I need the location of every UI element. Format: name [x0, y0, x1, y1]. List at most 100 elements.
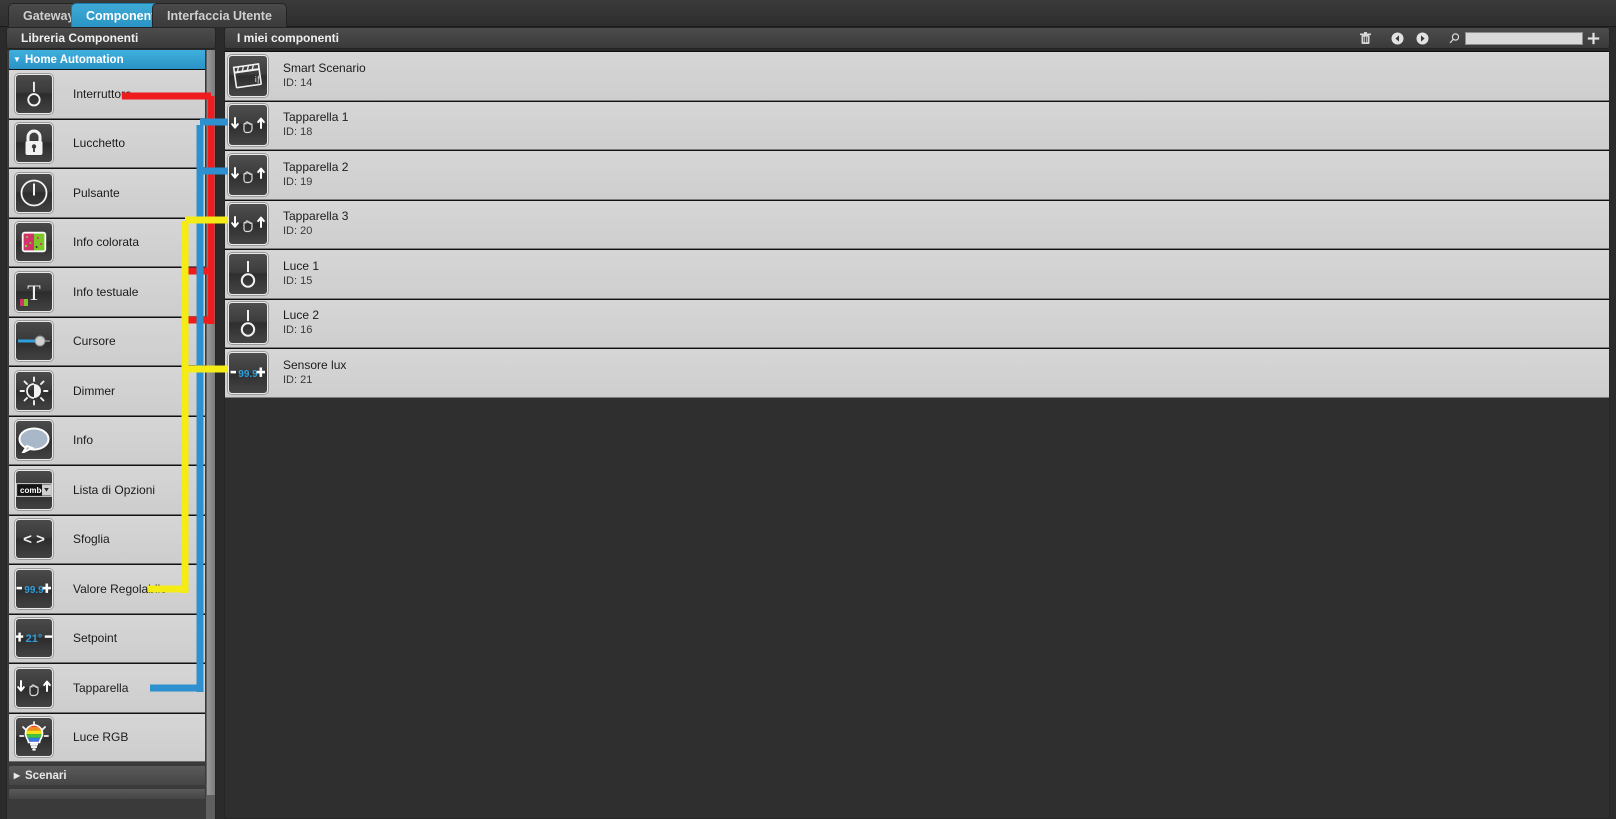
library-item-label: Setpoint: [73, 631, 118, 646]
component-info: Smart Scenario ID: 14: [283, 61, 366, 91]
svg-text:99.9: 99.9: [238, 369, 258, 380]
library-item-label: Interruttore: [73, 86, 132, 101]
library-item-label: Info testuale: [73, 284, 139, 299]
main-toolbar: [1354, 29, 1609, 47]
library-item-label: Pulsante: [73, 185, 120, 200]
library-group-placeholder: [9, 789, 213, 799]
component-info: Tapparella 2 ID: 19: [283, 160, 348, 190]
search-icon: [1447, 29, 1461, 47]
table-row[interactable]: Tapparella 3 ID: 20: [225, 199, 1609, 249]
component-info: Luce 2 ID: 16: [283, 308, 319, 338]
table-row[interactable]: Tapparella 2 ID: 19: [225, 150, 1609, 200]
library-scrollbar[interactable]: [205, 50, 215, 819]
library-group-home-automation[interactable]: ▼ Home Automation: [9, 50, 213, 69]
component-name: Tapparella 1: [283, 110, 349, 125]
component-info: Tapparella 1 ID: 18: [283, 110, 348, 140]
component-name: Smart Scenario: [283, 60, 366, 75]
tab-interfaccia-utente[interactable]: Interfaccia Utente: [152, 3, 287, 27]
library-item-label: Info: [73, 433, 94, 448]
shutter-icon: [228, 104, 268, 147]
library-group-scenari[interactable]: ▶ Scenari: [9, 766, 213, 785]
power-button-icon: [15, 172, 53, 213]
search-box[interactable]: [1447, 29, 1583, 47]
component-id: ID: 14: [283, 76, 313, 89]
library-item-luce-rgb[interactable]: Luce RGB: [9, 712, 213, 762]
trash-icon[interactable]: [1354, 29, 1376, 47]
library-item-label: Lucchetto: [73, 136, 126, 151]
component-info: Sensore lux ID: 21: [283, 358, 346, 388]
library-item-pulsante[interactable]: Pulsante: [9, 168, 213, 218]
shutter-icon: [228, 203, 268, 246]
slider-icon: [15, 321, 53, 362]
component-id: ID: 19: [283, 175, 313, 188]
library-item-info[interactable]: Info: [9, 415, 213, 465]
shutter-icon: [15, 667, 53, 708]
library-item-tapparella[interactable]: Tapparella: [9, 663, 213, 713]
library-item-dimmer[interactable]: Dimmer: [9, 366, 213, 416]
tab-label: Interfaccia Utente: [167, 8, 272, 23]
library-group-label: Scenari: [25, 769, 67, 782]
add-component-button[interactable]: [1583, 32, 1603, 45]
component-row-list: if Smart Scenario ID: 14 Tapparella 1 ID: 18…: [225, 51, 1609, 398]
component-id: ID: 21: [283, 373, 313, 386]
adjustable-value-icon: 99.9: [15, 568, 53, 609]
dimmer-icon: [15, 370, 53, 411]
setpoint-icon: 21°: [15, 618, 53, 659]
library-item-label: Sfoglia: [73, 532, 110, 547]
browse-icon: < >: [15, 519, 53, 560]
component-id: ID: 20: [283, 225, 313, 238]
component-id: ID: 18: [283, 126, 313, 139]
table-row[interactable]: Tapparella 1 ID: 18: [225, 100, 1609, 150]
color-info-icon: [15, 222, 53, 263]
library-item-label: Tapparella: [73, 680, 129, 695]
svg-text:< >: < >: [23, 531, 45, 548]
component-name: Luce 2: [283, 308, 320, 323]
tab-label: Componenti: [86, 8, 159, 23]
shutter-icon: [228, 153, 268, 196]
library-scrollbar-thumb[interactable]: [207, 50, 215, 795]
table-row[interactable]: Luce 2 ID: 16: [225, 298, 1609, 348]
library-item-interruttore[interactable]: Interruttore: [9, 69, 213, 119]
search-input[interactable]: [1465, 31, 1583, 45]
switch-icon: [228, 252, 268, 295]
library-item-label: Dimmer: [73, 383, 115, 398]
text-info-icon: T: [15, 271, 53, 312]
library-item-setpoint[interactable]: 21° Setpoint: [9, 613, 213, 663]
library-item-valore-regolabile[interactable]: 99.9 Valore Regolabile: [9, 564, 213, 614]
component-name: Sensore lux: [283, 357, 347, 372]
arrow-left-circle-icon[interactable]: [1386, 29, 1408, 47]
table-row[interactable]: if Smart Scenario ID: 14: [225, 51, 1609, 101]
switch-icon: [228, 302, 268, 345]
component-name: Luce 1: [283, 258, 320, 273]
component-name: Tapparella 3: [283, 209, 349, 224]
main-panel-header: I miei componenti: [224, 27, 1610, 49]
library-item-label: Cursore: [73, 334, 116, 349]
library-item-sfoglia[interactable]: < > Sfoglia: [9, 514, 213, 564]
library-item-label: Valore Regolabile: [73, 581, 167, 596]
arrow-right-circle-icon[interactable]: [1411, 29, 1433, 47]
speech-bubble-icon: [15, 420, 53, 461]
table-row[interactable]: Luce 1 ID: 15: [225, 249, 1609, 299]
lock-icon: [15, 123, 53, 164]
tab-bar: Gateways Componenti Interfaccia Utente: [0, 0, 1616, 27]
library-item-list: Interruttore Lucchetto Pulsante Info colora…: [7, 69, 215, 762]
library-item-info-testuale[interactable]: T Info testuale: [9, 267, 213, 317]
library-item-lista-di-opzioni[interactable]: combo Lista di Opzioni: [9, 465, 213, 515]
component-name: Tapparella 2: [283, 159, 349, 174]
adjustable-value-icon: 99.9: [228, 351, 268, 394]
chevron-right-icon: ▶: [13, 771, 21, 780]
switch-icon: [15, 73, 53, 114]
clapperboard-icon: if: [228, 54, 268, 97]
main-panel-title: I miei componenti: [237, 31, 340, 45]
library-item-cursore[interactable]: Cursore: [9, 316, 213, 366]
component-library-sidebar: ▼ Home Automation Interruttore Lucchetto P…: [6, 50, 216, 819]
library-panel-title: Libreria Componenti: [21, 31, 139, 45]
table-row[interactable]: 99.9 Sensore lux ID: 21: [225, 348, 1609, 398]
library-item-info-colorata[interactable]: Info colorata: [9, 217, 213, 267]
component-id: ID: 15: [283, 274, 313, 287]
my-components-panel: if Smart Scenario ID: 14 Tapparella 1 ID: 18…: [224, 50, 1610, 819]
chevron-down-icon: ▼: [13, 55, 21, 64]
rgb-light-icon: [15, 717, 53, 758]
svg-text:99.9: 99.9: [24, 585, 44, 596]
library-item-lucchetto[interactable]: Lucchetto: [9, 118, 213, 168]
